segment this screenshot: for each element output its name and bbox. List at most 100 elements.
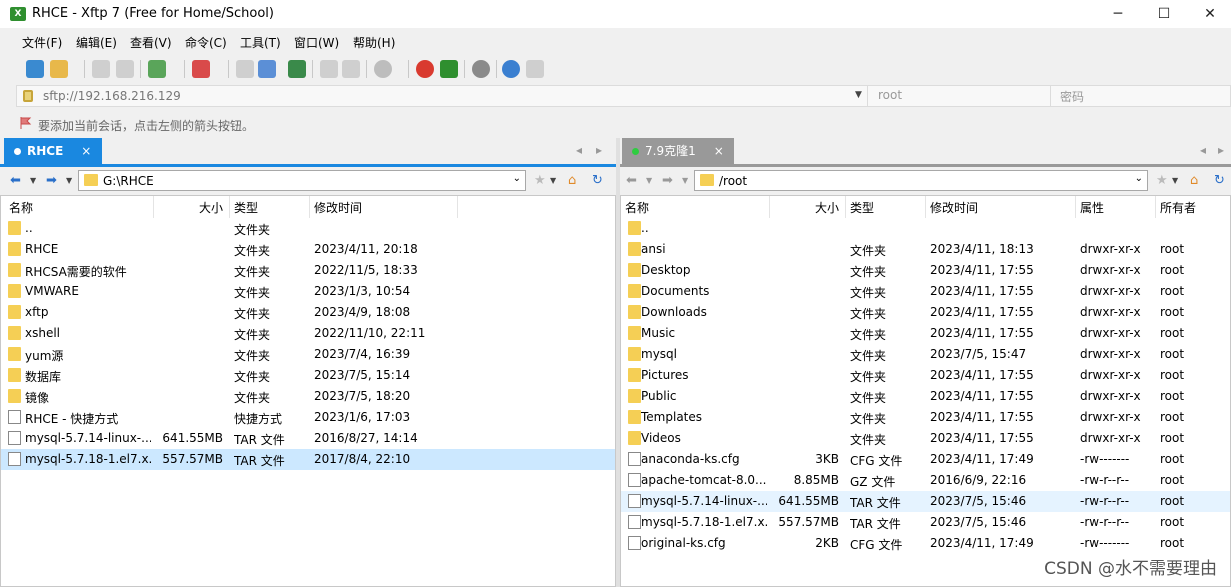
table-row[interactable]: mysql 文件夹 2023/7/5, 15:47 drwxr-xr-x root	[621, 344, 1230, 365]
connect-icon[interactable]	[92, 60, 110, 78]
table-row[interactable]: .. 文件夹	[1, 218, 615, 239]
table-row[interactable]: ..	[621, 218, 1230, 239]
chevron-down-icon[interactable]: ⌄	[1135, 173, 1143, 184]
flag-icon[interactable]	[20, 117, 32, 129]
menu-tools[interactable]: 工具(T)	[240, 34, 281, 51]
table-row[interactable]: Music 文件夹 2023/4/11, 17:55 drwxr-xr-x root	[621, 323, 1230, 344]
menu-command[interactable]: 命令(C)	[185, 34, 227, 51]
back-dropdown-icon[interactable]: ▼	[646, 176, 652, 185]
chevron-down-icon[interactable]: ⌄	[513, 173, 521, 184]
remote-path-input[interactable]: /root ⌄	[694, 170, 1148, 191]
forward-dropdown-icon[interactable]: ▼	[66, 176, 72, 185]
col-name[interactable]: 名称	[9, 199, 33, 216]
view-icon[interactable]	[192, 60, 210, 78]
gear-icon[interactable]	[472, 60, 490, 78]
back-arrow-icon[interactable]: ⬅	[626, 173, 637, 188]
home-icon[interactable]: ⌂	[568, 173, 576, 188]
forward-dropdown-icon[interactable]: ▼	[682, 176, 688, 185]
menu-help[interactable]: 帮助(H)	[353, 34, 395, 51]
refresh-icon[interactable]: ↻	[1214, 173, 1225, 188]
menu-file[interactable]: 文件(F)	[22, 34, 62, 51]
sync-arrows-icon[interactable]	[288, 60, 306, 78]
table-row[interactable]: Public 文件夹 2023/4/11, 17:55 drwxr-xr-x root	[621, 386, 1230, 407]
close-tab-icon[interactable]: ×	[714, 144, 724, 158]
chevron-down-icon[interactable]: ▼	[855, 90, 862, 100]
local-path-input[interactable]: G:\RHCE ⌄	[78, 170, 526, 191]
xftp-icon[interactable]	[440, 60, 458, 78]
col-name[interactable]: 名称	[625, 199, 649, 216]
col-attributes[interactable]: 属性	[1080, 199, 1104, 216]
table-row[interactable]: xshell 文件夹 2022/11/10, 22:11	[1, 323, 615, 344]
home-icon[interactable]: ⌂	[1190, 173, 1198, 188]
table-row[interactable]: Videos 文件夹 2023/4/11, 17:55 drwxr-xr-x root	[621, 428, 1230, 449]
chat-icon[interactable]	[526, 60, 544, 78]
address-input[interactable]: sftp://192.168.216.129	[43, 89, 181, 103]
table-row[interactable]: mysql-5.7.18-1.el7.x... 557.57MB TAR 文件 202…	[621, 512, 1230, 533]
table-row[interactable]: xftp 文件夹 2023/4/9, 18:08	[1, 302, 615, 323]
open-folder-icon[interactable]	[50, 60, 68, 78]
maximize-button[interactable]: ☐	[1141, 0, 1187, 28]
table-row[interactable]: apache-tomcat-8.0.... 8.85MB GZ 文件 2016/6/9…	[621, 470, 1230, 491]
table-row[interactable]: yum源 文件夹 2023/7/4, 16:39	[1, 344, 615, 365]
transfer-document-icon[interactable]	[258, 60, 276, 78]
col-modified[interactable]: 修改时间	[930, 199, 978, 216]
record-icon[interactable]	[374, 60, 392, 78]
table-row[interactable]: RHCSA需要的软件 文件夹 2022/11/5, 18:33	[1, 260, 615, 281]
back-arrow-icon[interactable]: ⬅	[10, 173, 21, 188]
xshell-icon[interactable]	[416, 60, 434, 78]
col-size[interactable]: 大小	[199, 199, 223, 216]
new-session-icon[interactable]	[26, 60, 44, 78]
copy-icon[interactable]	[320, 60, 338, 78]
username-field[interactable]: root	[878, 88, 902, 102]
close-tab-icon[interactable]: ×	[81, 144, 91, 158]
paste-icon[interactable]	[342, 60, 360, 78]
table-row[interactable]: mysql-5.7.18-1.el7.x... 557.57MB TAR 文件 201…	[1, 449, 615, 470]
table-row[interactable]: 镜像 文件夹 2023/7/5, 18:20	[1, 386, 615, 407]
table-row[interactable]: Pictures 文件夹 2023/4/11, 17:55 drwxr-xr-x roo…	[621, 365, 1230, 386]
table-row[interactable]: ansi 文件夹 2023/4/11, 18:13 drwxr-xr-x root	[621, 239, 1230, 260]
document-icon[interactable]	[236, 60, 254, 78]
tab-scroll-right-icon[interactable]: ▸	[596, 143, 602, 157]
table-row[interactable]: mysql-5.7.14-linux-... 641.55MB TAR 文件 2016…	[1, 428, 615, 449]
table-row[interactable]: Desktop 文件夹 2023/4/11, 17:55 drwxr-xr-x root	[621, 260, 1230, 281]
col-type[interactable]: 类型	[850, 199, 874, 216]
minimize-button[interactable]: ─	[1095, 0, 1141, 28]
bookmark-dropdown-icon[interactable]: ▼	[1172, 176, 1178, 185]
table-row[interactable]: RHCE 文件夹 2023/4/11, 20:18	[1, 239, 615, 260]
table-row[interactable]: Documents 文件夹 2023/4/11, 17:55 drwxr-xr-x ro…	[621, 281, 1230, 302]
table-row[interactable]: original-ks.cfg 2KB CFG 文件 2023/4/11, 17:49…	[621, 533, 1230, 554]
forward-arrow-icon[interactable]: ➡	[46, 173, 57, 188]
col-size[interactable]: 大小	[815, 199, 839, 216]
tab-remote-clone[interactable]: 7.9克隆1 ×	[622, 138, 734, 164]
table-row[interactable]: 数据库 文件夹 2023/7/5, 15:14	[1, 365, 615, 386]
menu-edit[interactable]: 编辑(E)	[76, 34, 117, 51]
back-dropdown-icon[interactable]: ▼	[30, 176, 36, 185]
refresh-icon[interactable]: ↻	[592, 173, 603, 188]
tab-scroll-left-icon[interactable]: ◂	[1200, 143, 1206, 157]
cell-date: 2023/7/5, 15:46	[930, 515, 1027, 529]
cell-date: 2016/8/27, 14:14	[314, 431, 418, 445]
close-button[interactable]: ✕	[1187, 0, 1231, 28]
password-field[interactable]: 密码	[1060, 88, 1084, 105]
bookmark-dropdown-icon[interactable]: ▼	[550, 176, 556, 185]
table-row[interactable]: mysql-5.7.14-linux-... 641.55MB TAR 文件 2023…	[621, 491, 1230, 512]
menu-window[interactable]: 窗口(W)	[294, 34, 339, 51]
bookmark-icon[interactable]: ★	[1156, 173, 1168, 188]
table-row[interactable]: RHCE - 快捷方式 快捷方式 2023/1/6, 17:03	[1, 407, 615, 428]
bookmark-icon[interactable]: ★	[534, 173, 546, 188]
forward-arrow-icon[interactable]: ➡	[662, 173, 673, 188]
tab-scroll-left-icon[interactable]: ◂	[576, 143, 582, 157]
col-modified[interactable]: 修改时间	[314, 199, 362, 216]
col-owner[interactable]: 所有者	[1160, 199, 1196, 216]
tab-local-rhce[interactable]: RHCE ×	[4, 138, 102, 164]
table-row[interactable]: VMWARE 文件夹 2023/1/3, 10:54	[1, 281, 615, 302]
table-row[interactable]: Downloads 文件夹 2023/4/11, 17:55 drwxr-xr-x ro…	[621, 302, 1230, 323]
new-window-icon[interactable]	[148, 60, 166, 78]
help-icon[interactable]	[502, 60, 520, 78]
tab-scroll-right-icon[interactable]: ▸	[1218, 143, 1224, 157]
disconnect-icon[interactable]	[116, 60, 134, 78]
col-type[interactable]: 类型	[234, 199, 258, 216]
table-row[interactable]: anaconda-ks.cfg 3KB CFG 文件 2023/4/11, 17:49…	[621, 449, 1230, 470]
menu-view[interactable]: 查看(V)	[130, 34, 172, 51]
table-row[interactable]: Templates 文件夹 2023/4/11, 17:55 drwxr-xr-x ro…	[621, 407, 1230, 428]
